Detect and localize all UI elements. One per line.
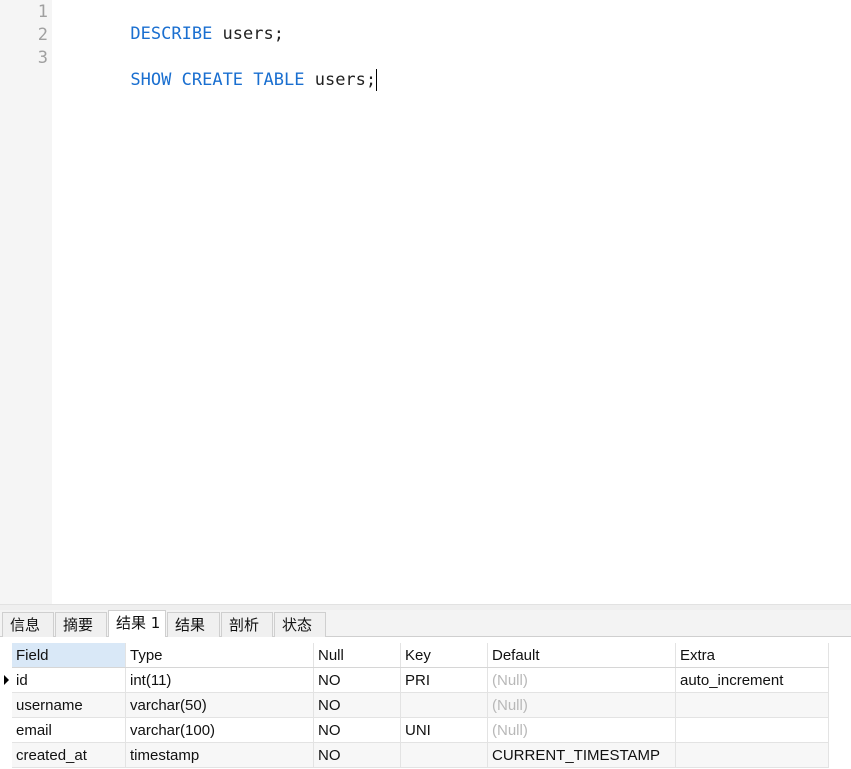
result-grid[interactable]: Field Type Null Key Default Extra id int… (0, 637, 851, 769)
tab-label: 结果 1 (116, 614, 161, 632)
cell-field[interactable]: email (12, 718, 126, 742)
result-tabbar: 信息 摘要 结果 1 结果 2 剖析 状态 (0, 610, 851, 658)
line-number: 3 (37, 48, 48, 68)
tab-result-2[interactable]: 结果 2 (167, 612, 220, 658)
column-header-default[interactable]: Default (488, 643, 676, 667)
column-header-type[interactable]: Type (126, 643, 314, 667)
tab-info[interactable]: 信息 (2, 612, 54, 637)
table-row[interactable]: email varchar(100) NO UNI (Null) (12, 718, 829, 743)
table-row[interactable]: username varchar(50) NO (Null) (12, 693, 829, 718)
sql-editor[interactable]: 1 2 3 DESCRIBE users; SHOW CREATE TABLE … (0, 0, 851, 604)
cell-default[interactable]: (Null) (488, 693, 676, 717)
cell-default[interactable]: CURRENT_TIMESTAMP (488, 743, 676, 767)
cell-field[interactable]: username (12, 693, 126, 717)
tab-result-1[interactable]: 结果 1 (108, 610, 166, 637)
cell-type[interactable]: varchar(100) (126, 718, 314, 742)
tab-summary[interactable]: 摘要 (55, 612, 107, 637)
cell-extra[interactable] (676, 743, 829, 767)
cell-type[interactable]: int(11) (126, 668, 314, 692)
table-row[interactable]: id int(11) NO PRI (Null) auto_increment (12, 668, 829, 693)
sql-keyword: TABLE (253, 70, 305, 90)
sql-keyword: CREATE (181, 70, 244, 90)
sql-text: users; (304, 70, 377, 90)
code-line-3[interactable]: SHOW CREATE TABLE users; (69, 47, 378, 113)
grid-header-row: Field Type Null Key Default Extra (12, 643, 829, 668)
sql-text: users; (212, 24, 284, 44)
cell-type[interactable]: varchar(50) (126, 693, 314, 717)
cell-key[interactable]: PRI (401, 668, 488, 692)
cell-null[interactable]: NO (314, 718, 401, 742)
cell-null[interactable]: NO (314, 743, 401, 767)
sql-client-window: 1 2 3 DESCRIBE users; SHOW CREATE TABLE … (0, 0, 851, 769)
column-header-extra[interactable]: Extra (676, 643, 829, 667)
sql-keyword: DESCRIBE (130, 24, 213, 44)
cell-default[interactable]: (Null) (488, 718, 676, 742)
line-number: 2 (37, 25, 48, 45)
tab-label: 剖析 (229, 616, 260, 634)
cell-extra[interactable] (676, 718, 829, 742)
column-header-key[interactable]: Key (401, 643, 488, 667)
tab-label: 状态 (282, 616, 313, 634)
text-caret (376, 69, 378, 91)
cell-extra[interactable] (676, 693, 829, 717)
cell-key[interactable] (401, 693, 488, 717)
tab-profile[interactable]: 剖析 (221, 612, 273, 637)
cell-key[interactable]: UNI (401, 718, 488, 742)
column-header-field[interactable]: Field (12, 643, 126, 667)
current-row-indicator (0, 668, 12, 693)
tab-status[interactable]: 状态 (274, 612, 326, 637)
cell-field[interactable]: id (12, 668, 126, 692)
cell-default[interactable]: (Null) (488, 668, 676, 692)
sql-keyword: SHOW (130, 70, 172, 90)
row-pointer-icon (4, 675, 9, 685)
cell-null[interactable]: NO (314, 693, 401, 717)
cell-null[interactable]: NO (314, 668, 401, 692)
cell-type[interactable]: timestamp (126, 743, 314, 767)
tab-label: 信息 (10, 616, 41, 634)
cell-field[interactable]: created_at (12, 743, 126, 767)
table-row[interactable]: created_at timestamp NO CURRENT_TIMESTAM… (12, 743, 829, 768)
line-number: 1 (37, 2, 48, 22)
cell-extra[interactable]: auto_increment (676, 668, 829, 692)
column-header-null[interactable]: Null (314, 643, 401, 667)
line-number-gutter: 1 2 3 (0, 0, 52, 604)
cell-key[interactable] (401, 743, 488, 767)
tab-label: 摘要 (63, 616, 94, 634)
